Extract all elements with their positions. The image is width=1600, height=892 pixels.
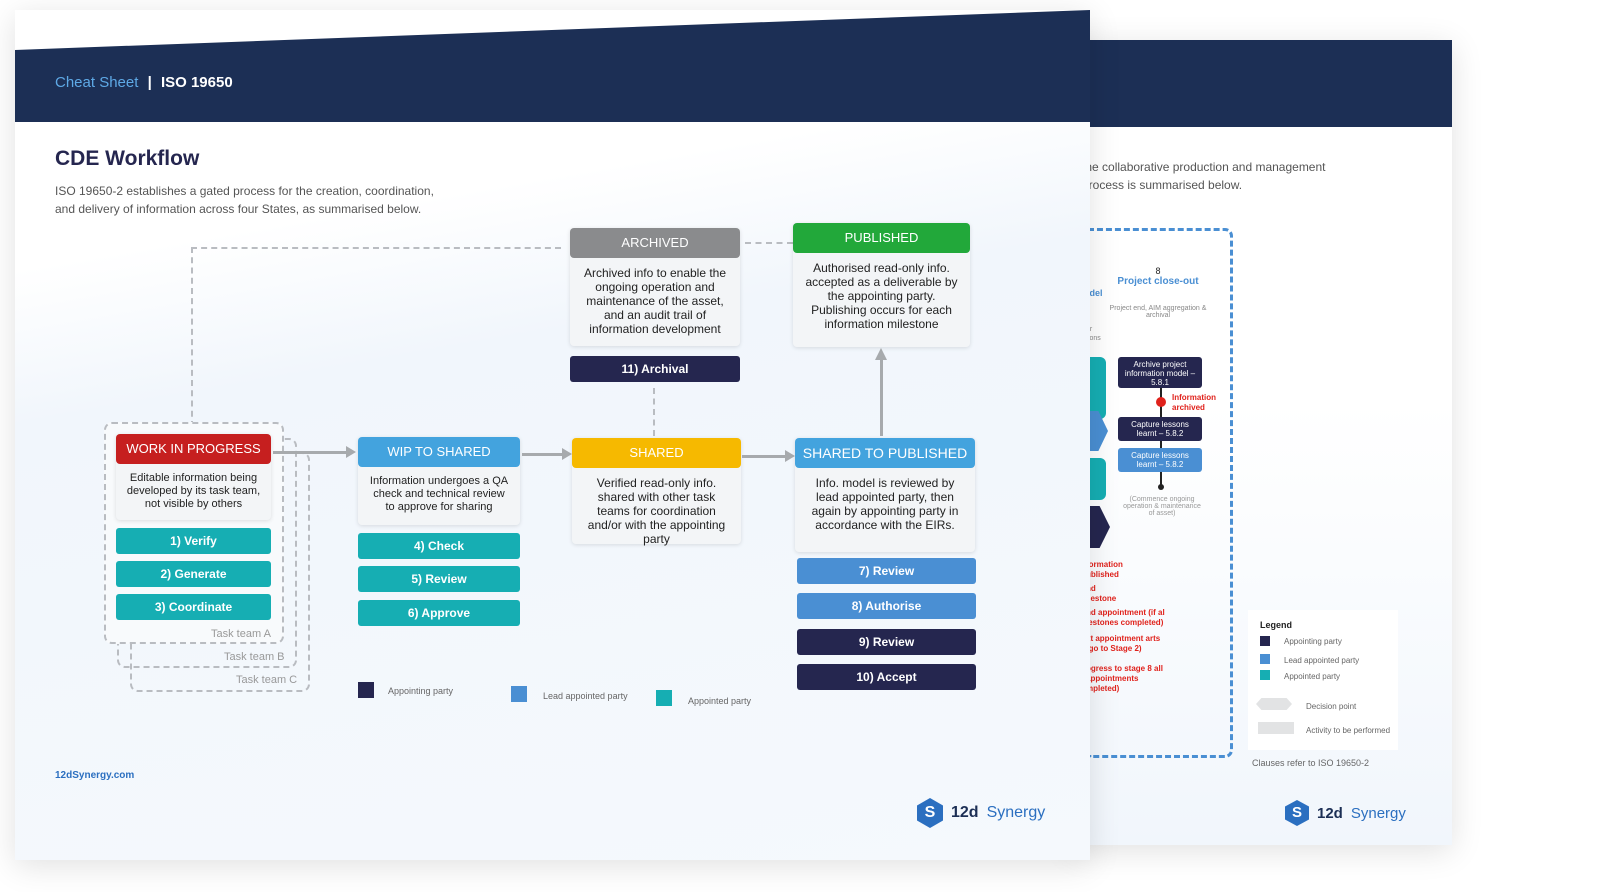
action-approve: 6) Approve [358,600,520,626]
action-review: 5) Review [358,566,520,592]
activity-archive-project: Archive project information model – 5.8.… [1118,357,1202,388]
stage-header: 8 Project close-out Project end, AIM agg… [1108,266,1208,319]
state-desc: Information undergoes a QA check and tec… [369,475,509,513]
back-logo: S 12d Synergy [1285,800,1406,826]
end-note: (Commence ongoing operation & maintenanc… [1123,496,1201,517]
action-generate: 2) Generate [116,561,271,587]
legend-label: Lead appointed party [543,691,628,701]
state-desc: Verified read-only info. shared with oth… [587,476,726,546]
state-title: SHARED [572,438,741,468]
red-note: xt appointment arts (go to Stage 2) [1086,634,1161,653]
back-page: the collaborative production and managem… [1070,40,1452,845]
state-desc: Info. model is reviewed by lead appointe… [811,476,959,532]
end-dot [1158,484,1164,490]
action-coordinate: 3) Coordinate [116,594,271,620]
state-shared: SHARED Verified read-only info. shared w… [572,438,741,546]
shared-to-archival-line [653,388,655,436]
decision-point-shape [1256,698,1292,710]
task-team-label: Task team A [211,628,271,640]
archive-loop-line [191,247,561,427]
legend-label: Activity to be performed [1306,726,1391,735]
legend-label: Appointing party [1284,637,1342,646]
arrow-shared-to-publish [742,450,795,462]
back-legend: Legend Appointing party Lead appointed p… [1248,610,1398,750]
state-title: WIP TO SHARED [358,437,520,467]
arrow-check-to-shared [522,448,572,460]
activity-capture-lessons-lead: Capture lessons learnt – 5.8.2 [1118,448,1202,472]
state-work-in-progress: WORK IN PROGRESS Editable information be… [116,434,271,520]
legend-label: Appointing party [388,686,454,696]
state-wip-to-shared: WIP TO SHARED Information undergoes a QA… [358,437,520,525]
action-check: 4) Check [358,533,520,559]
website-link[interactable]: 12dSynergy.com [55,770,134,781]
front-logo: S 12d Synergy [917,798,1045,828]
synergy-logo-icon: S [1285,800,1309,826]
stage-desc: Project end, AIM aggregation & archival [1109,305,1207,319]
stage-number: 8 [1155,266,1161,276]
legend-swatch-appointing [358,682,374,698]
legend-swatch-appointed [656,690,672,706]
task-team-label: Task team C [236,674,298,686]
red-note: ogress to stage 8 all appointments mplet… [1086,664,1163,693]
action-authorise: 8) Authorise [797,593,976,619]
action-archival: 11) Archival [570,356,740,382]
legend-swatch-lead [511,686,527,702]
intro: ISO 19650-2 establishes a gated process … [55,184,434,216]
state-archived: ARCHIVED Archived info to enable the ong… [570,228,740,346]
state-desc: Editable information being developed by … [126,472,261,510]
red-note: nd ilestone [1086,584,1117,603]
activity-capture-lessons: Capture lessons learnt – 5.8.2 [1118,417,1202,441]
published-to-archived-line [745,242,793,244]
back-banner [1070,40,1452,127]
back-intro: the collaborative production and managem… [1082,160,1326,192]
legend-label: Decision point [1306,702,1357,711]
arrow-to-published [880,358,883,436]
footnote: Clauses refer to ISO 19650-2 [1252,758,1370,768]
state-shared-to-published: SHARED TO PUBLISHED Info. model is revie… [795,438,975,552]
front-banner [15,10,1090,122]
legend-label: Lead appointed party [1284,656,1360,665]
state-title: WORK IN PROGRESS [116,434,271,464]
action-verify: 1) Verify [116,528,271,554]
page-title: CDE Workflow [55,147,200,170]
state-desc: Archived info to enable the ongoing oper… [583,266,727,336]
red-note: nd appointment (if al lestones completed… [1086,608,1165,627]
legend-swatch [1260,670,1270,680]
red-note: formation ublished [1086,560,1123,579]
header-title: ISO 19650 [160,74,233,91]
legend-label: Appointed party [1284,672,1341,681]
action-accept: 10) Accept [797,664,976,690]
milestone-dot [1156,397,1166,407]
milestone-label: Information archived [1172,393,1216,412]
header: Cheat Sheet | ISO 19650 [55,74,233,91]
arrow-head-up-icon [875,348,887,360]
action-review-lead: 7) Review [797,558,976,584]
state-title: ARCHIVED [570,228,740,258]
header-section: Cheat Sheet [55,74,139,91]
synergy-logo-icon: S [917,798,943,828]
state-title: SHARED TO PUBLISHED [795,438,975,468]
state-desc: Authorised read-only info. accepted as a… [805,261,958,331]
legend-swatch [1260,654,1270,664]
task-team-label: Task team B [224,651,285,663]
arrow-wip-to-check [273,446,356,458]
state-title: PUBLISHED [793,223,970,253]
state-published: PUBLISHED Authorised read-only info. acc… [793,223,970,347]
action-review-appointing: 9) Review [797,629,976,655]
legend-swatch [1260,636,1270,646]
front-page: Cheat Sheet | ISO 19650 CDE Workflow ISO… [15,10,1090,860]
stage-title: Project close-out [1117,276,1199,287]
legend-label: Appointed party [688,696,752,706]
legend-title: Legend [1260,620,1293,630]
activity-shape [1258,722,1294,734]
